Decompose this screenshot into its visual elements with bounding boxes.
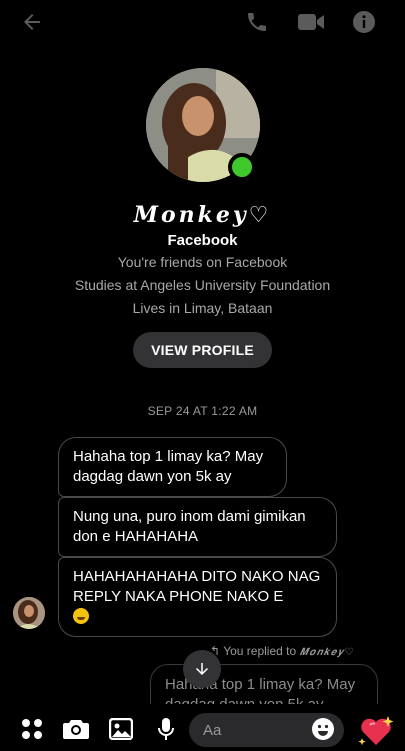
incoming-message[interactable]: HAHAHAHAHAHA DITO NAKO NAG REPLY NAKA PH…	[58, 557, 337, 637]
camera-icon[interactable]	[63, 716, 89, 742]
reply-recipient-name: 𝑴𝒐𝒏𝒌𝒆𝒚♡	[299, 647, 355, 658]
back-arrow-icon[interactable]	[18, 8, 46, 36]
online-status-indicator	[228, 153, 256, 181]
info-icon[interactable]	[350, 8, 378, 36]
contact-platform: Facebook	[167, 232, 238, 249]
message-text: Hahaha top 1 limay ka? May dagdag dawn y…	[73, 448, 264, 485]
message-text: HAHAHAHAHAHA DITO NAKO NAG REPLY NAKA PH…	[73, 568, 321, 605]
sender-avatar[interactable]	[13, 597, 45, 629]
conversation-header	[0, 0, 405, 44]
incoming-message[interactable]: Nung una, puro inom dami gimikan don e H…	[58, 497, 337, 557]
message-composer	[0, 704, 405, 751]
reply-context: ↰ You replied to 𝑴𝒐𝒏𝒌𝒆𝒚♡	[210, 644, 354, 658]
contact-name: 𝑴𝒐𝒏𝒌𝒆𝒚♡	[133, 202, 272, 228]
contact-profile: 𝑴𝒐𝒏𝒌𝒆𝒚♡ Facebook You're friends on Faceb…	[0, 68, 405, 368]
phone-icon[interactable]	[243, 8, 271, 36]
microphone-icon[interactable]	[153, 716, 179, 742]
message-text: Nung una, puro inom dami gimikan don e H…	[73, 508, 306, 545]
message-timestamp: SEP 24 AT 1:22 AM	[147, 404, 258, 418]
image-icon[interactable]	[108, 716, 134, 742]
reply-label: You replied to	[223, 644, 297, 658]
scroll-to-bottom-button[interactable]	[183, 650, 221, 688]
friends-status: You're friends on Facebook	[117, 254, 288, 270]
incoming-message[interactable]: Hahaha top 1 limay ka? May dagdag dawn y…	[58, 437, 287, 497]
laughing-emoji-icon	[73, 608, 89, 624]
arrow-down-icon	[196, 663, 208, 675]
view-profile-button[interactable]: VIEW PROFILE	[133, 332, 272, 368]
location-info: Lives in Limay, Bataan	[132, 300, 273, 316]
video-camera-icon[interactable]	[295, 8, 327, 36]
four-dots-icon[interactable]	[19, 716, 45, 742]
smiley-icon[interactable]	[311, 717, 335, 741]
sparkling-heart-icon[interactable]	[358, 714, 394, 748]
education-info: Studies at Angeles University Foundation	[74, 277, 331, 293]
